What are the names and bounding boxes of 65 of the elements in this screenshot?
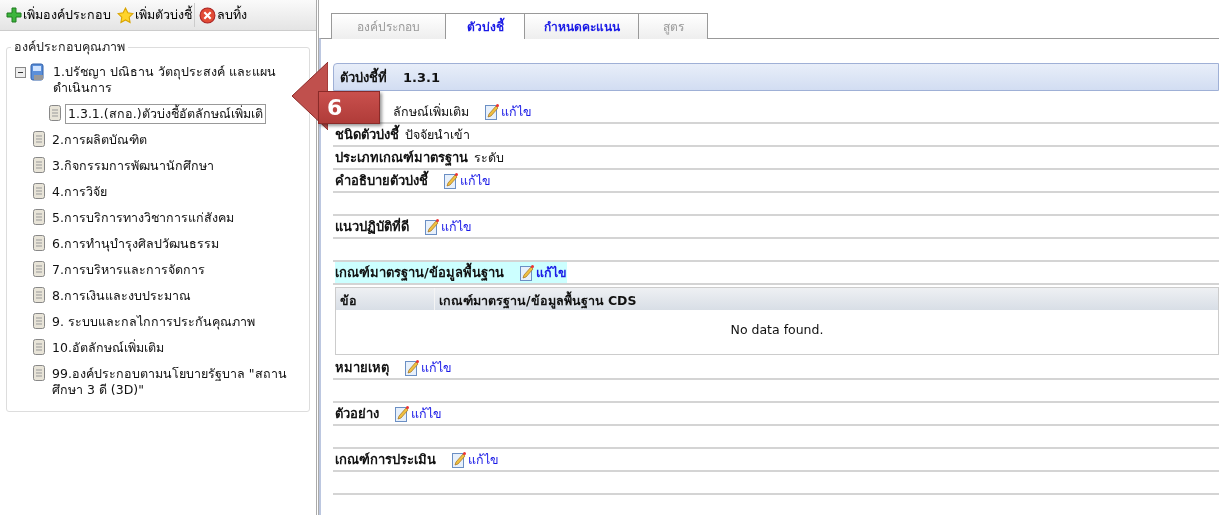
collapse-toggle[interactable] (15, 67, 26, 78)
tree-item[interactable]: 5.การบริการทางวิชาการแก่สังคม (49, 208, 237, 228)
computer-icon (30, 62, 46, 82)
tab[interactable]: ตัวบ่งชี้ (445, 13, 525, 39)
field-label: ประเภทเกณฑ์มาตรฐาน (335, 149, 468, 168)
document-icon (33, 235, 45, 251)
document-icon (33, 131, 45, 147)
tree-item[interactable]: 10.อัตลักษณ์เพิ่มเติม (49, 338, 167, 358)
plus-icon (6, 7, 22, 23)
add-button[interactable]: เพิ่มองค์ประกอบ (4, 3, 113, 27)
document-icon (33, 209, 45, 225)
tree-item[interactable]: 1.ปรัชญา ปณิธาน วัตถุประสงค์ และแผนดำเนินการ (50, 62, 305, 98)
column-header: เกณฑ์มาตรฐาน/ข้อมูลพื้นฐาน CDS (438, 290, 638, 310)
document-icon (33, 261, 45, 277)
field-label: เกณฑ์มาตรฐาน/ข้อมูลพื้นฐาน (335, 262, 504, 283)
tree-item[interactable]: 9. ระบบและกลไกการประกันคุณภาพ (49, 312, 258, 332)
edit-icon (405, 359, 420, 376)
add-button[interactable]: เพิ่มตัวบ่งชี้ (115, 3, 195, 27)
tab[interactable]: กำหนดคะแนน (524, 13, 639, 39)
edit-link[interactable]: แก้ไข (485, 101, 532, 122)
star-icon (117, 6, 134, 24)
edit-link[interactable]: แก้ไข (444, 170, 491, 191)
field-label: เกณฑ์การประเมิน (335, 451, 436, 469)
edit-link[interactable]: แก้ไข (425, 216, 472, 237)
field-value: ปัจจัยนำเข้า (405, 125, 470, 144)
document-icon (33, 287, 45, 303)
indicator-number: 1.3.1 (403, 69, 440, 85)
edit-icon (425, 218, 440, 235)
document-icon (33, 365, 45, 381)
edit-link[interactable]: แก้ไข (405, 357, 452, 378)
column-header: ข้อ (336, 288, 435, 310)
tree-item[interactable]: 4.การวิจัย (49, 182, 110, 202)
document-icon (33, 313, 45, 329)
tree-item[interactable]: 99.องค์ประกอบตามนโยบายรัฐบาล "สถานศึกษา 3 ดี (3D)" (49, 364, 305, 400)
edit-icon (485, 103, 500, 120)
document-icon (33, 183, 45, 199)
field-value: ลักษณ์เพิ่มเติม (393, 102, 469, 121)
tree-item[interactable]: 8.การเงินและงบประมาณ (49, 286, 194, 306)
empty-message: No data found. (730, 322, 824, 337)
edit-icon (395, 405, 410, 422)
edit-icon (444, 172, 459, 189)
tree-item[interactable]: 6.การทำนุบำรุงศิลปวัฒนธรรม (49, 234, 222, 254)
edit-icon (452, 451, 467, 468)
tree-item[interactable]: 3.กิจกรรมการพัฒนานักศึกษา (49, 156, 217, 176)
document-icon (49, 105, 61, 121)
tree-item[interactable]: 2.การผลิตบัณฑิต (49, 130, 150, 150)
tree-item[interactable]: 1.3.1.(สกอ.)ตัวบ่งชี้อัตลักษณ์เพิ่มเติ (65, 104, 266, 124)
field-value: ระดับ (474, 148, 504, 167)
delete-button[interactable]: ลบทิ้ง (197, 3, 249, 27)
edit-link[interactable]: แก้ไข (395, 403, 442, 424)
tree-title: องค์ประกอบคุณภาพ (13, 38, 126, 57)
edit-link[interactable]: แก้ไข (519, 262, 567, 283)
close-icon (199, 6, 216, 24)
field-label: คำอธิบายตัวบ่งชี้ (335, 170, 428, 191)
step-badge: 6 (318, 91, 380, 124)
field-label: แนวปฏิบัติที่ดี (335, 216, 409, 236)
field-label: หมายเหตุ (335, 359, 389, 378)
field-label: ชนิดตัวบ่งชี้ (335, 124, 399, 145)
field-label: ตัวอย่าง (335, 405, 379, 423)
section-title: ตัวบ่งชี้ที่ (340, 66, 387, 87)
edit-link[interactable]: แก้ไข (452, 449, 499, 470)
edit-icon (519, 264, 535, 281)
document-icon (33, 157, 45, 173)
document-icon (33, 339, 45, 355)
tree-item[interactable]: 7.การบริหารและการจัดการ (49, 260, 208, 280)
